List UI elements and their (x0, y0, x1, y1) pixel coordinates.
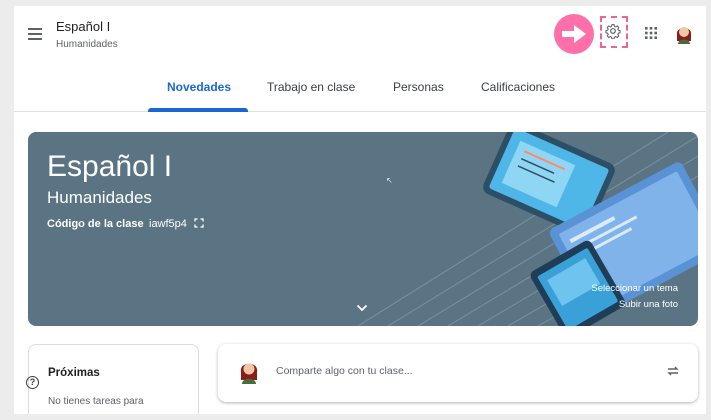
select-theme-link[interactable]: Seleccionar un tema (591, 283, 678, 294)
class-code-label: Código de la clase (47, 218, 144, 230)
mouse-cursor-icon: ↖ (386, 176, 393, 185)
share-placeholder[interactable]: Comparte algo con tu clase... (276, 365, 413, 377)
expand-icon[interactable] (194, 218, 204, 228)
menu-icon[interactable] (28, 28, 42, 40)
help-icon[interactable]: ? (26, 376, 39, 389)
course-section: Humanidades (56, 39, 118, 50)
class-banner: Español I Humanidades Código de la clase… (28, 132, 698, 326)
apps-icon[interactable] (644, 26, 658, 40)
tab-calificaciones[interactable]: Calificaciones (481, 80, 555, 94)
avatar (240, 363, 258, 384)
chevron-down-icon[interactable] (356, 304, 368, 312)
course-title[interactable]: Español I (56, 19, 110, 34)
upload-photo-link[interactable]: Subir una foto (619, 299, 678, 310)
share-box[interactable]: Comparte algo con tu clase... (218, 344, 698, 402)
active-tab-indicator (148, 108, 248, 112)
upcoming-card: Próximas No tienes tareas para (28, 344, 199, 414)
classroom-window: Español I Humanidades Novedades Trabajo … (14, 6, 706, 414)
arrow-right-icon (554, 14, 594, 54)
gear-icon[interactable] (605, 23, 621, 39)
tab-bar: Novedades Trabajo en clase Personas Cali… (14, 68, 706, 112)
top-app-bar: Español I Humanidades (14, 6, 706, 68)
tab-trabajo-en-clase[interactable]: Trabajo en clase (267, 80, 355, 94)
class-code-value[interactable]: iawf5p4 (149, 218, 187, 230)
upcoming-title: Próximas (48, 367, 100, 379)
upcoming-text: No tienes tareas para (48, 396, 144, 407)
repost-icon[interactable] (666, 364, 680, 378)
avatar[interactable] (674, 22, 694, 44)
tab-novedades[interactable]: Novedades (167, 80, 231, 94)
banner-title: Español I (47, 150, 173, 183)
banner-subtitle: Humanidades (47, 188, 152, 207)
tab-personas[interactable]: Personas (393, 80, 444, 94)
